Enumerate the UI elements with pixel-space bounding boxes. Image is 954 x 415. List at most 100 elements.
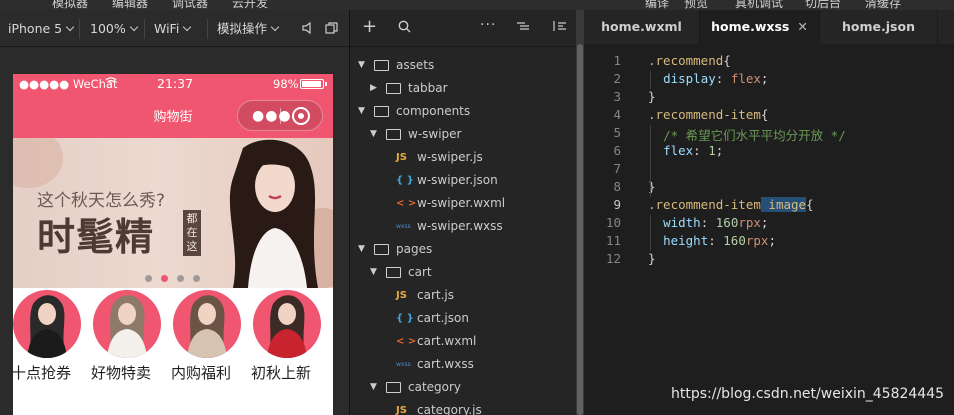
tree-item-label: pages	[396, 242, 433, 256]
recommend-item[interactable]: 十点抢券	[13, 288, 93, 415]
chevron-down-icon[interactable]: ▼	[358, 238, 365, 261]
split-icon[interactable]	[553, 20, 567, 36]
banner-decoration	[13, 138, 63, 188]
code-line: height: 160rpx;	[648, 233, 776, 248]
tree-file[interactable]: JS category.js	[350, 399, 576, 415]
tree-file[interactable]: JS w-swiper.js	[350, 146, 576, 169]
tree-file[interactable]: < > w-swiper.wxml	[350, 192, 576, 215]
network-select[interactable]: WiFi	[154, 10, 192, 47]
swiper-dot[interactable]	[193, 275, 200, 282]
more-icon[interactable]: ●●●	[252, 108, 292, 124]
top-menu-item[interactable]: 编译	[645, 0, 669, 10]
folder-icon	[386, 267, 401, 278]
folder-icon	[386, 382, 401, 393]
folder-icon	[386, 83, 401, 94]
volume-icon[interactable]	[302, 21, 312, 37]
file-explorer: + ··· ▼ assets ▶ tabbar ▼ components ▼ w-swiper…	[350, 10, 576, 415]
close-miniprogram-icon[interactable]	[292, 107, 310, 125]
detach-window-icon[interactable]	[325, 22, 338, 37]
folder-icon	[374, 244, 389, 255]
navigation-bar: 购物街 ●●●	[13, 94, 333, 138]
tree-file[interactable]: { } w-swiper.json	[350, 169, 576, 192]
chevron-right-icon[interactable]: ▶	[370, 77, 377, 100]
tree-folder[interactable]: ▼ cart	[350, 261, 576, 284]
tree-folder[interactable]: ▼ w-swiper	[350, 123, 576, 146]
chevron-down-icon[interactable]: ▼	[358, 54, 365, 77]
status-bar: ●●●●● WeChat 21:37 98%	[13, 74, 333, 94]
tree-file[interactable]: wxss w-swiper.wxss	[350, 215, 576, 238]
swiper-dot[interactable]	[145, 275, 152, 282]
tree-file[interactable]: { } cart.json	[350, 307, 576, 330]
recommend-item[interactable]: 好物特卖	[91, 288, 173, 415]
chevron-down-icon[interactable]: ▼	[358, 100, 365, 123]
line-number: 8	[613, 179, 621, 194]
swiper-indicator[interactable]	[145, 271, 209, 285]
code-token: rpx	[738, 215, 761, 230]
tab-home-wxml[interactable]: home.wxml	[584, 10, 700, 44]
swiper-dot[interactable]	[161, 275, 168, 282]
banner-model-image	[229, 139, 318, 288]
code-token: :	[708, 233, 724, 248]
wxml-file-icon: < >	[396, 336, 417, 347]
top-menu-item[interactable]: 预览	[684, 0, 708, 10]
top-menu-item[interactable]: 清缓存	[865, 0, 901, 10]
top-menu-item[interactable]: 云开发	[232, 0, 268, 10]
top-menu-item[interactable]: 模拟器	[52, 0, 88, 10]
search-icon[interactable]	[398, 20, 411, 37]
editor-tabs: home.wxml home.wxss ✕ home.json	[584, 10, 954, 44]
menu-capsule[interactable]: ●●●	[237, 100, 323, 131]
top-menu-item[interactable]: 真机调试	[735, 0, 783, 10]
tree-file[interactable]: < > cart.wxml	[350, 330, 576, 353]
indent-guide	[650, 215, 651, 251]
operation-select[interactable]: 模拟操作	[217, 10, 280, 47]
status-time: 21:37	[157, 76, 194, 91]
more-icon[interactable]: ···	[480, 17, 496, 33]
tree-folder[interactable]: ▼ assets	[350, 54, 576, 77]
recommend-label: 初秋上新	[251, 364, 312, 382]
recommend-item[interactable]: 内购福利	[171, 288, 253, 415]
wxml-file-icon: < >	[396, 198, 417, 209]
tree-file[interactable]: JS cart.js	[350, 284, 576, 307]
tree-folder[interactable]: ▼ category	[350, 376, 576, 399]
zoom-select[interactable]: 100%	[90, 10, 138, 47]
tab-home-wxss[interactable]: home.wxss ✕	[700, 10, 820, 44]
folder-icon	[374, 106, 389, 117]
add-icon[interactable]: +	[362, 16, 377, 37]
tree-item-label: cart.wxss	[417, 357, 474, 371]
battery-percent: 98%	[273, 77, 299, 91]
json-file-icon: { }	[396, 313, 414, 324]
tree-folder[interactable]: ▼ pages	[350, 238, 576, 261]
device-select[interactable]: iPhone 5	[8, 10, 75, 47]
phone-screen: ●●●●● WeChat 21:37 98% 购物街 ●●● 这个秋天怎么秀? …	[13, 74, 333, 415]
top-menu-item[interactable]: 编辑器	[112, 0, 148, 10]
close-icon[interactable]: ✕	[797, 19, 807, 34]
banner-swiper[interactable]: 这个秋天怎么秀? 时髦精 都在这	[13, 138, 333, 288]
top-menu-item[interactable]: 切后台	[805, 0, 841, 10]
network-label: WiFi	[154, 21, 180, 36]
code-line: /* 希望它们水平平均分开放 */	[648, 125, 846, 144]
tab-label: home.json	[842, 19, 915, 34]
code-editor: home.wxml home.wxss ✕ home.json 1 .recommend…	[584, 10, 954, 415]
recommend-item[interactable]: 初秋上新	[251, 288, 333, 415]
code-token: :	[700, 215, 716, 230]
top-menu-item[interactable]: 调试器	[172, 0, 208, 10]
code-token: 1	[708, 143, 716, 158]
chevron-down-icon[interactable]: ▼	[370, 376, 377, 399]
tab-home-json[interactable]: home.json	[820, 10, 938, 44]
recommend-label: 内购福利	[171, 364, 232, 382]
tree-item-label: cart.js	[417, 288, 454, 302]
line-number: 5	[613, 125, 621, 140]
tree-item-label: w-swiper.js	[417, 150, 483, 164]
wxss-file-icon: wxss	[396, 361, 411, 368]
tree-folder[interactable]: ▼ components	[350, 100, 576, 123]
collapse-icon[interactable]	[516, 20, 530, 36]
chevron-down-icon[interactable]: ▼	[370, 261, 377, 284]
tree-folder[interactable]: ▶ tabbar	[350, 77, 576, 100]
swiper-dot[interactable]	[177, 275, 184, 282]
device-label: iPhone 5	[8, 21, 63, 36]
chevron-down-icon[interactable]: ▼	[370, 123, 377, 146]
tree-file[interactable]: wxss cart.wxss	[350, 353, 576, 376]
code-token: {	[723, 53, 731, 68]
carrier-label: ●●●●● WeChat	[19, 77, 118, 91]
line-number: 1	[613, 53, 621, 68]
